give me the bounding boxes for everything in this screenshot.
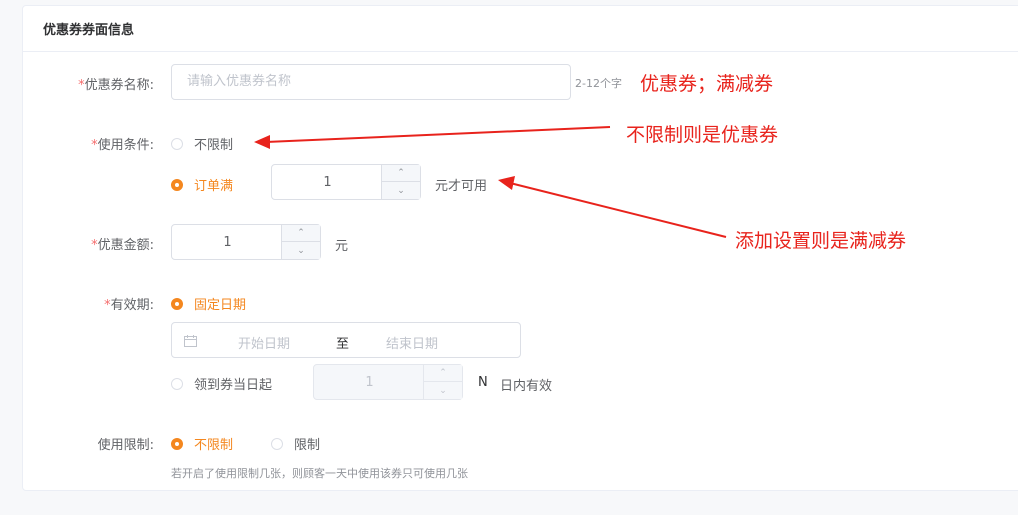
arrow-to-threshold (498, 176, 727, 238)
annotation-arrows (254, 126, 727, 238)
arrow-to-unlimited (254, 126, 611, 149)
